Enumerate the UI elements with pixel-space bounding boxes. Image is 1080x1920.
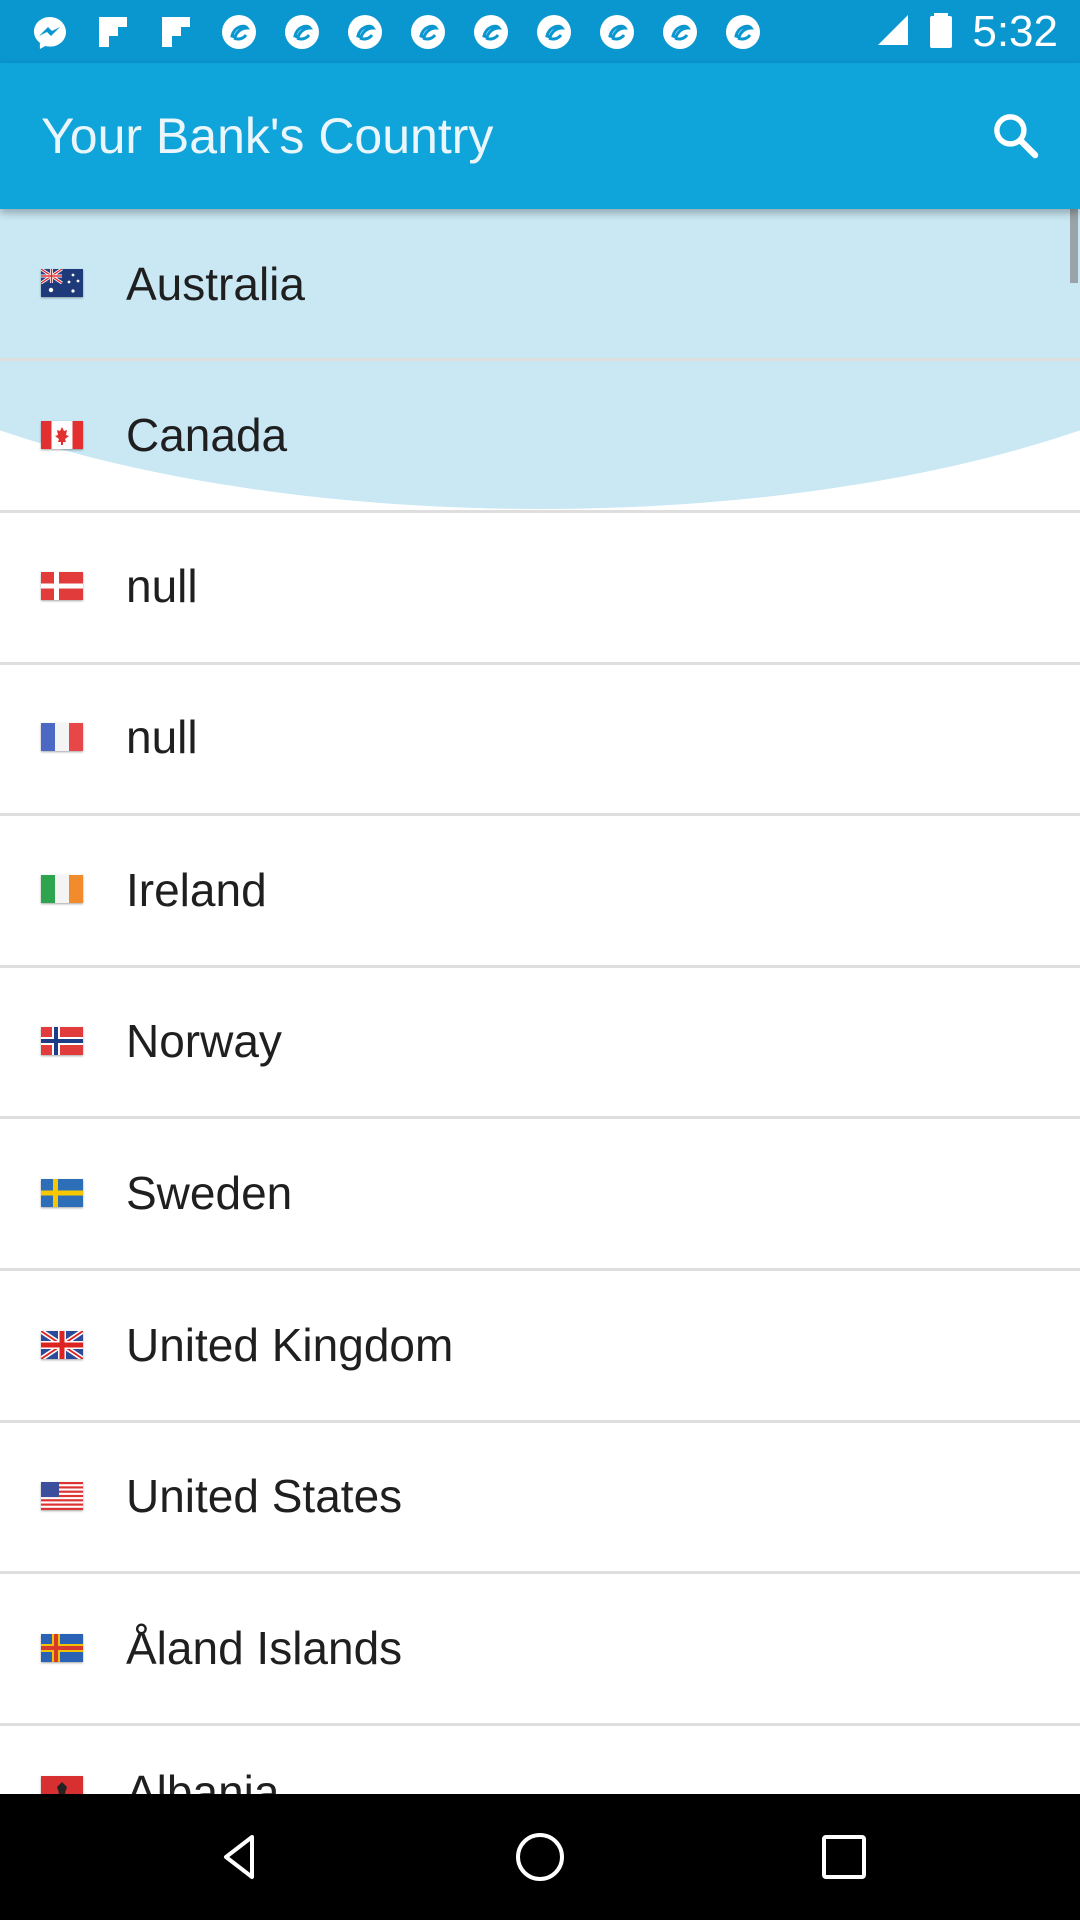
country-name: Åland Islands bbox=[126, 1622, 403, 1674]
sweden-flag-icon bbox=[41, 1179, 83, 1207]
list-divider bbox=[0, 1723, 1080, 1726]
messenger-icon bbox=[28, 12, 72, 52]
flipboard-icon bbox=[91, 12, 135, 52]
country-list-item[interactable]: Åland Islands bbox=[0, 1573, 1080, 1723]
country-list-item[interactable]: United States bbox=[0, 1421, 1080, 1571]
country-name: United Kingdom bbox=[126, 1319, 454, 1371]
country-list-item[interactable]: Albania bbox=[0, 1717, 1080, 1794]
country-name: Norway bbox=[126, 1015, 282, 1067]
canada-flag-icon bbox=[41, 421, 83, 449]
list-divider bbox=[0, 1116, 1080, 1119]
united-states-flag-icon bbox=[41, 1482, 83, 1510]
status-right: 5:32 bbox=[876, 8, 1058, 56]
search-icon bbox=[994, 114, 1039, 159]
signal-icon bbox=[876, 11, 910, 54]
aland-islands-flag-icon bbox=[41, 1634, 83, 1662]
app-icon bbox=[658, 12, 702, 52]
country-list-item[interactable]: Sweden bbox=[0, 1118, 1080, 1268]
list-divider bbox=[0, 965, 1080, 968]
app-icon bbox=[217, 12, 261, 52]
battery-icon bbox=[924, 11, 958, 54]
recents-icon bbox=[822, 1835, 866, 1879]
country-name: Ireland bbox=[126, 864, 267, 916]
app-icon bbox=[406, 12, 450, 52]
app-icon bbox=[595, 12, 639, 52]
country-list-item[interactable]: Australia bbox=[0, 209, 1080, 359]
status-time: 5:32 bbox=[972, 7, 1058, 56]
country-list-item[interactable]: Ireland bbox=[0, 815, 1080, 965]
country-list-item[interactable]: United Kingdom bbox=[0, 1270, 1080, 1420]
app-bar: Your Bank's Country bbox=[0, 63, 1080, 209]
app-icon bbox=[721, 12, 765, 52]
back-button[interactable] bbox=[200, 1819, 280, 1895]
ireland-flag-icon bbox=[41, 875, 83, 903]
home-button[interactable] bbox=[500, 1819, 580, 1895]
flipboard-icon bbox=[154, 12, 198, 52]
denmark-flag-icon bbox=[41, 572, 83, 600]
united-kingdom-flag-icon bbox=[41, 1331, 83, 1359]
list-divider bbox=[0, 813, 1080, 816]
navigation-bar bbox=[0, 1794, 1080, 1920]
list-divider bbox=[0, 662, 1080, 665]
list-divider bbox=[0, 510, 1080, 513]
country-name: United States bbox=[126, 1470, 403, 1522]
australia-flag-icon bbox=[41, 269, 83, 297]
home-icon bbox=[516, 1833, 564, 1881]
list-divider bbox=[0, 358, 1080, 361]
albania-flag-icon bbox=[41, 1776, 83, 1794]
list-divider bbox=[0, 1420, 1080, 1423]
country-name: Albania bbox=[126, 1766, 280, 1794]
app-icon bbox=[469, 12, 513, 52]
country-name: Sweden bbox=[126, 1167, 293, 1219]
norway-flag-icon bbox=[41, 1027, 83, 1055]
country-list[interactable]: Australia Canada null null Ireland Norway Swed… bbox=[0, 209, 1080, 1794]
country-name: Canada bbox=[126, 409, 288, 461]
scrollbar[interactable] bbox=[1070, 209, 1078, 283]
list-divider bbox=[0, 1571, 1080, 1574]
country-list-item[interactable]: null bbox=[0, 662, 1080, 812]
country-list-item[interactable]: null bbox=[0, 511, 1080, 661]
back-icon bbox=[224, 1835, 254, 1879]
app-icon bbox=[280, 12, 324, 52]
country-list-item[interactable]: Canada bbox=[0, 360, 1080, 510]
page-title: Your Bank's Country bbox=[41, 108, 494, 164]
app-icon bbox=[532, 12, 576, 52]
search-button[interactable] bbox=[985, 105, 1047, 167]
country-name: null bbox=[126, 560, 198, 612]
france-flag-icon bbox=[41, 723, 83, 751]
country-name: null bbox=[126, 711, 198, 763]
recents-button[interactable] bbox=[804, 1819, 884, 1895]
status-bar: 5:32 bbox=[0, 0, 1080, 63]
country-name: Australia bbox=[126, 258, 305, 310]
list-divider bbox=[0, 1268, 1080, 1271]
app-icon bbox=[343, 12, 387, 52]
country-list-item[interactable]: Norway bbox=[0, 966, 1080, 1116]
notification-icons bbox=[28, 12, 765, 52]
